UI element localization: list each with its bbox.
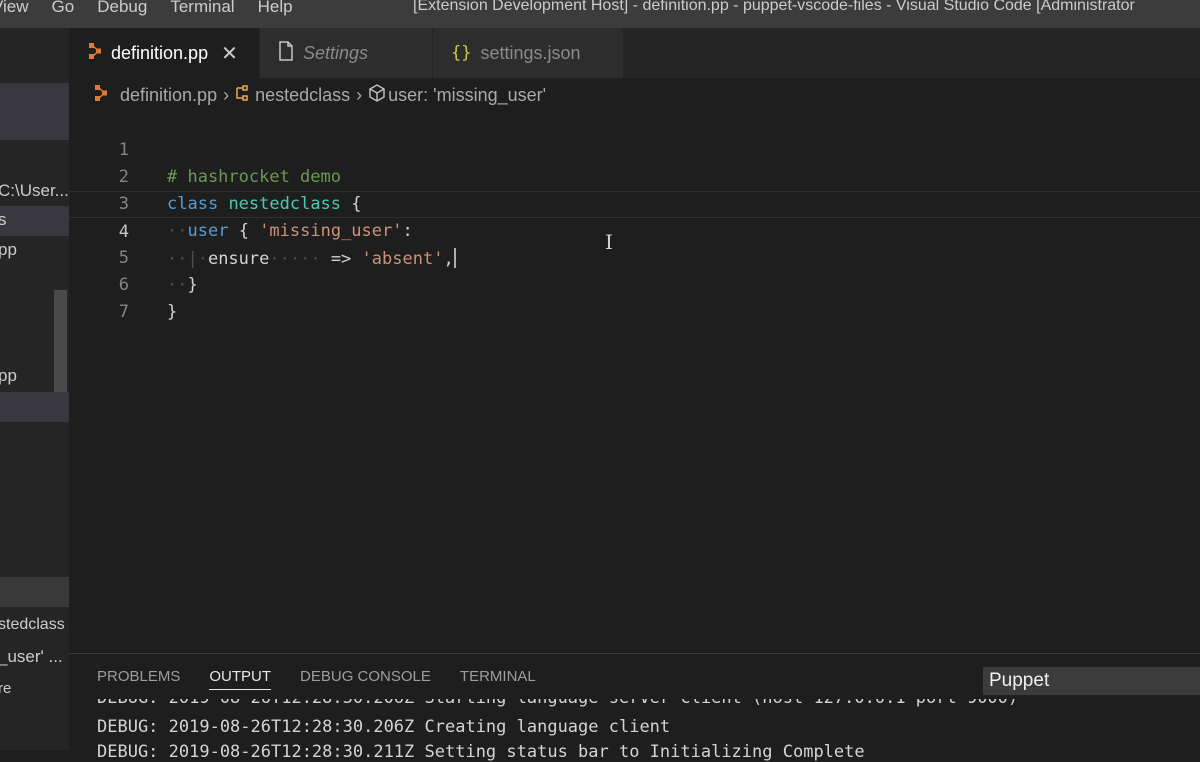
cube-icon — [368, 83, 386, 107]
output-channel-select[interactable]: Puppet ▾ — [983, 667, 1200, 695]
sidebar-item-path[interactable]: C:\User... — [0, 181, 69, 201]
tab-label: definition.pp — [111, 42, 209, 63]
menu-bar: View Go Debug Terminal Help — [0, 0, 316, 17]
sidebar: C:\User... s pp pp stedclass _user' ... … — [0, 28, 69, 750]
menu-go[interactable]: Go — [52, 0, 75, 17]
sidebar-item-s[interactable]: s — [0, 210, 7, 230]
sidebar-selected-section[interactable] — [0, 83, 69, 140]
mouse-ibeam-cursor-icon: I — [605, 230, 613, 254]
tab-terminal[interactable]: TERMINAL — [460, 668, 536, 690]
tab-debug-console[interactable]: DEBUG CONSOLE — [300, 668, 431, 690]
tab-settings-json[interactable]: {} settings.json — [433, 28, 623, 78]
code-brace: } — [167, 302, 178, 322]
sidebar-item-more[interactable]: re — [0, 680, 11, 697]
outline-item-user[interactable]: _user' ... — [0, 647, 63, 667]
menu-debug[interactable]: Debug — [97, 0, 147, 17]
close-icon[interactable]: ✕ — [221, 41, 238, 66]
breadcrumb-resource[interactable]: user: 'missing_user' — [388, 85, 546, 106]
output-line: DEBUG: 2019-08-26T12:28:30.211Z Setting … — [97, 742, 865, 762]
code-line-current[interactable]: 4 ··|·ensure····· => 'absent', — [69, 191, 1200, 269]
bottom-panel: PROBLEMS OUTPUT DEBUG CONSOLE TERMINAL P… — [69, 653, 1200, 762]
tab-output[interactable]: OUTPUT — [209, 668, 272, 690]
output-line: DEBUG: 2019-08-26T12:28:30.206Z Starting… — [97, 688, 1019, 708]
braces-icon: {} — [451, 43, 472, 63]
sidebar-item-highlight — [0, 206, 69, 236]
tab-label: settings.json — [480, 42, 581, 63]
class-icon — [235, 84, 253, 106]
tab-label: Settings — [303, 42, 369, 63]
breadcrumb: definition.pp › nestedclass › user: 'mis… — [69, 78, 1200, 112]
window-title: [Extension Development Host] - definitio… — [413, 0, 1135, 14]
tab-definition-pp[interactable]: definition.pp ✕ — [69, 28, 259, 78]
code-line[interactable]: 2 class nestedclass { — [69, 137, 1200, 214]
menu-terminal[interactable]: Terminal — [170, 0, 234, 17]
tab-problems[interactable]: PROBLEMS — [97, 668, 180, 690]
menu-view[interactable]: View — [0, 0, 29, 17]
code-line[interactable]: 7 — [69, 272, 1200, 322]
outline-section-header[interactable] — [0, 577, 69, 607]
outline-item-nestedclass[interactable]: stedclass — [0, 616, 65, 634]
code-line[interactable]: 5 ··} — [69, 218, 1200, 295]
code-line[interactable]: 3 ··user { 'missing_user': — [69, 164, 1200, 241]
title-bar: View Go Debug Terminal Help [Extension D… — [0, 0, 1200, 28]
file-icon — [278, 40, 294, 66]
panel-tabs: PROBLEMS OUTPUT DEBUG CONSOLE TERMINAL — [97, 668, 565, 690]
puppet-icon — [94, 84, 108, 107]
sidebar-item-selected[interactable] — [0, 392, 69, 422]
output-channel-value: Puppet — [989, 670, 1050, 691]
puppet-icon — [88, 42, 102, 65]
breadcrumb-class[interactable]: nestedclass — [255, 85, 350, 106]
sidebar-item-pp-2[interactable]: pp — [0, 366, 17, 386]
line-number: 7 — [118, 302, 129, 322]
editor-tabs: definition.pp ✕ Settings {} settings.jso… — [69, 28, 1200, 78]
output-line: DEBUG: 2019-08-26T12:28:30.206Z Creating… — [97, 717, 671, 737]
chevron-right-icon: › — [223, 84, 230, 105]
code-editor[interactable]: 1 # hashrocket demo 2 class nestedclass … — [69, 110, 1200, 654]
code-line[interactable]: 6 } — [69, 245, 1200, 322]
sidebar-scrollbar[interactable] — [54, 290, 67, 394]
code-line[interactable]: 1 # hashrocket demo — [69, 110, 1200, 187]
sidebar-item-pp[interactable]: pp — [0, 240, 17, 260]
menu-help[interactable]: Help — [258, 0, 293, 17]
breadcrumb-file[interactable]: definition.pp — [120, 85, 217, 106]
tab-settings[interactable]: Settings — [260, 28, 432, 78]
chevron-right-icon: › — [356, 84, 363, 105]
